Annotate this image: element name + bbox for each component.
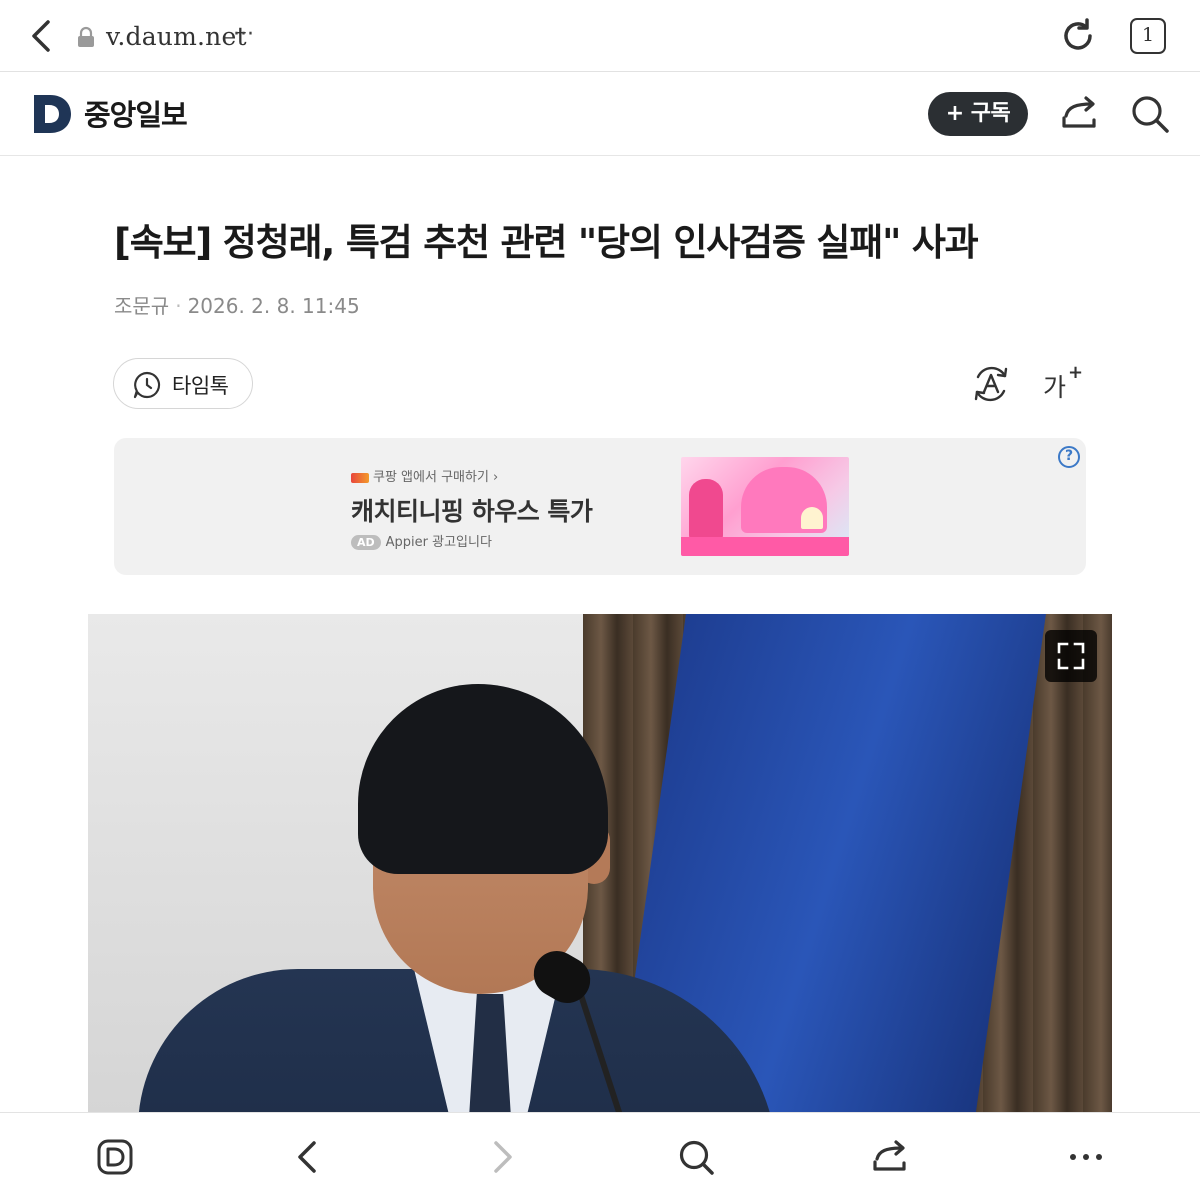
article-title: [속보] 정청래, 특검 추천 관련 "당의 인사검증 실패" 사과 bbox=[114, 221, 979, 264]
ad-sponsor-text: Appier 광고입니다 bbox=[385, 535, 492, 550]
font-size-plus: + bbox=[1068, 362, 1084, 383]
toy-doll bbox=[689, 479, 723, 543]
daum-home-icon[interactable] bbox=[93, 1135, 137, 1179]
search-icon[interactable] bbox=[1128, 92, 1172, 136]
ad-shop-link[interactable]: 쿠팡 앱에서 구매하기 › bbox=[351, 466, 498, 485]
shop-logo-icon bbox=[351, 472, 369, 483]
more-icon[interactable] bbox=[1064, 1135, 1108, 1179]
ad-sponsor: AD Appier 광고입니다 bbox=[351, 531, 492, 550]
tab-count-button[interactable]: 1 bbox=[1130, 18, 1166, 54]
forward-nav-icon[interactable] bbox=[480, 1135, 524, 1179]
daum-logo-icon[interactable] bbox=[32, 93, 72, 135]
timetalk-label: 타임톡 bbox=[172, 374, 229, 398]
translate-icon[interactable] bbox=[970, 363, 1012, 405]
ad-help-icon[interactable]: ? bbox=[1058, 446, 1080, 468]
share-nav-icon[interactable] bbox=[868, 1135, 912, 1179]
timetalk-button[interactable]: 타임톡 bbox=[113, 358, 253, 409]
lock-icon bbox=[78, 26, 94, 47]
bottom-toolbar bbox=[0, 1112, 1200, 1202]
article-meta: 조문규 · 2026. 2. 8. 11:45 bbox=[114, 290, 360, 319]
subscribe-button[interactable]: + 구독 bbox=[928, 92, 1028, 136]
font-size-button[interactable]: 가 + bbox=[1040, 362, 1084, 404]
back-icon[interactable] bbox=[22, 16, 62, 56]
toy-castle-door bbox=[801, 507, 823, 529]
publish-datetime: 2026. 2. 8. 11:45 bbox=[187, 294, 360, 318]
browser-address-bar: v.daum.net ··· 1 bbox=[0, 0, 1200, 72]
toy-base bbox=[681, 537, 849, 556]
url-more-indicator: ··· bbox=[233, 22, 254, 47]
ad-banner[interactable]: 쿠팡 앱에서 구매하기 › 캐치티니핑 하우스 특가 AD Appier 광고입니… bbox=[114, 438, 1086, 575]
share-icon[interactable] bbox=[1058, 92, 1102, 136]
url-text[interactable]: v.daum.net bbox=[106, 22, 247, 51]
search-nav-icon[interactable] bbox=[674, 1135, 718, 1179]
author-name[interactable]: 조문규 bbox=[114, 294, 169, 318]
publisher-name[interactable]: 중앙일보 bbox=[84, 92, 188, 134]
back-nav-icon[interactable] bbox=[286, 1135, 330, 1179]
ad-badge: AD bbox=[351, 535, 381, 550]
site-header: 중앙일보 + 구독 bbox=[0, 72, 1200, 156]
ad-product-image[interactable] bbox=[681, 457, 849, 556]
ad-headline[interactable]: 캐치티니핑 하우스 특가 bbox=[351, 492, 593, 528]
expand-icon[interactable] bbox=[1045, 630, 1097, 682]
font-size-label: 가 bbox=[1043, 373, 1067, 402]
meta-separator: · bbox=[175, 294, 182, 318]
chat-clock-icon bbox=[133, 371, 161, 399]
reload-icon[interactable] bbox=[1056, 14, 1100, 58]
article-photo[interactable] bbox=[88, 614, 1112, 1114]
